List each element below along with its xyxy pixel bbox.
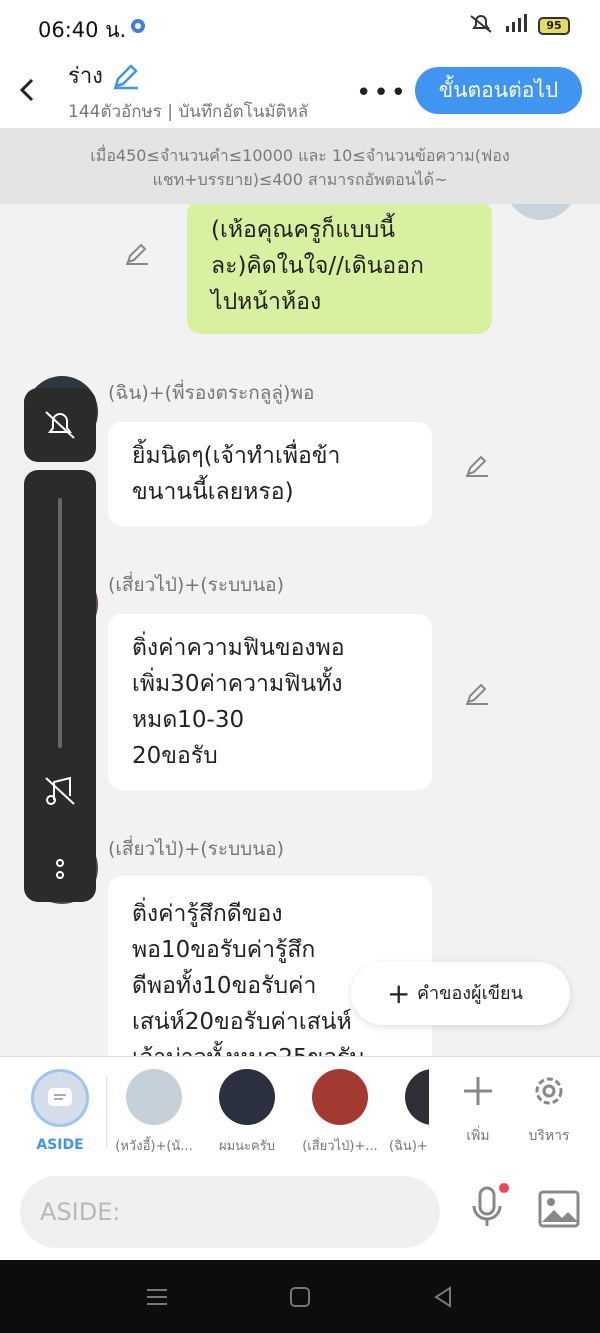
autosave-status: 144ตัวอักษร | บันทึกอัตโนมัติหลั: [68, 102, 309, 122]
manage-label: บริหาร: [528, 1128, 570, 1144]
character-name: (ฉิน)+: [389, 1139, 428, 1154]
avatar: [126, 1069, 182, 1125]
character-name: ASIDE: [36, 1137, 84, 1153]
next-step-button[interactable]: ขั้นตอนต่อไป: [415, 67, 582, 114]
message-text: ขนานนี้เลยหรอ): [132, 479, 294, 505]
message-text: ไปหน้าห้อง: [211, 289, 322, 315]
battery-icon: 95: [538, 17, 570, 35]
message-text: ละ)คิดในใจ//เดินออก: [211, 253, 424, 279]
gear-icon: [535, 1077, 563, 1105]
image-icon: [538, 1190, 580, 1228]
manage-characters-button[interactable]: บริหาร: [514, 1073, 584, 1147]
aside-avatar: [31, 1069, 89, 1127]
back-triangle-icon[interactable]: [432, 1286, 454, 1312]
character-name: (หวังอี้)+(นั...: [115, 1139, 193, 1154]
signal-icon: [504, 14, 528, 38]
menu-icon[interactable]: [146, 1286, 168, 1312]
add-label: เพิ่ม: [466, 1128, 490, 1144]
volume-slider[interactable]: [58, 498, 62, 748]
edit-pencil-icon[interactable]: [124, 240, 150, 266]
message-bubble[interactable]: ติ่งค่าความฟินของพอ เพิ่ม30ค่าความฟินทั้…: [108, 614, 432, 790]
system-navigation-bar: [0, 1260, 600, 1333]
chevron-left-icon: [19, 78, 34, 102]
character-bar: ASIDE (หวังอี้)+(นั... ผมนะครับ (เสี่ยวไ…: [0, 1056, 600, 1164]
character-item[interactable]: (หวังอี้)+(นั...: [110, 1069, 198, 1156]
character-item[interactable]: ผมนะครับ: [203, 1069, 291, 1156]
message-text: 20ขอรับ: [132, 743, 218, 769]
avatar: [219, 1069, 275, 1125]
volume-slider-panel[interactable]: [24, 470, 96, 902]
microphone-icon: [472, 1183, 509, 1226]
speaker-name: (เสี่ยวไป่)+(ระบบนอ): [108, 574, 285, 596]
character-item[interactable]: (ฉิน)+: [389, 1069, 429, 1156]
character-name: (เสี่ยวไป่)+...: [302, 1139, 378, 1154]
message-bubble[interactable]: ยิ้มนิดๆ(เจ้าทำเพื่อข้า ขนานนี้เลยหรอ): [108, 422, 432, 526]
plus-icon: [464, 1077, 492, 1105]
message-bubble[interactable]: (เห้อคุณครูก็แบบนี้ ละ)คิดในใจ//เดินออก …: [187, 204, 492, 334]
speaker-name: (ฉิน)+(พี่รองตระกลูลู่)พอ: [108, 382, 315, 404]
edit-pencil-icon[interactable]: [464, 680, 490, 706]
status-icons: 95: [468, 14, 570, 38]
edit-title-pencil-icon[interactable]: [112, 62, 140, 94]
bell-off-icon: [45, 411, 75, 439]
message-text: เพิ่ม30ค่าความฟินทั้ง: [132, 671, 343, 697]
page-title: ร่าง: [68, 64, 103, 89]
avatar[interactable]: [505, 204, 577, 220]
message-input[interactable]: [20, 1176, 440, 1248]
more-vertical-icon: [56, 859, 64, 879]
home-icon[interactable]: [289, 1286, 311, 1312]
edit-pencil-icon[interactable]: [464, 452, 490, 478]
divider: [106, 1077, 107, 1147]
character-name: ผมนะครับ: [219, 1139, 275, 1154]
music-off-icon: [45, 776, 75, 805]
publish-requirement-notice: เมื่อ450≤จำนวนคำ≤10000 และ 10≤จำนวนข้อคว…: [0, 128, 600, 204]
message-text: (เห้อคุณครูก็แบบนี้: [211, 217, 395, 243]
plus-icon: +: [387, 977, 411, 1010]
message-text: หมด10-30: [132, 707, 245, 733]
add-character-button[interactable]: เพิ่ม: [443, 1073, 513, 1147]
avatar: [312, 1069, 368, 1125]
author-note-label: คำของผู้เขียน: [417, 983, 523, 1004]
status-bar: 06:40 น. 95: [0, 0, 600, 52]
message-text: เจ้าบ่าวทั้งหมด25ขอรับ: [132, 1040, 408, 1056]
speaker-name: (เสี่ยวไป่)+(ระบบนอ): [108, 838, 285, 860]
message-text: ติ่งค่ารู้สึกดีของ: [132, 901, 283, 927]
editor-header: ร่าง 144ตัวอักษร | บันทึกอัตโนมัติหลั ••…: [0, 52, 600, 128]
gear-icon: [128, 16, 148, 40]
avatar: [405, 1069, 429, 1125]
character-aside[interactable]: ASIDE: [16, 1069, 104, 1153]
insert-image-button[interactable]: [538, 1190, 580, 1232]
mute-icon: [468, 14, 494, 38]
message-text: ติ่งค่าความฟินของพอ: [132, 635, 345, 661]
author-note-button[interactable]: + คำของผู้เขียน: [351, 962, 570, 1025]
chat-bubble-icon: [48, 1088, 72, 1106]
input-bar: [0, 1164, 600, 1260]
back-button[interactable]: [14, 72, 42, 108]
message-text: พอ10ขอรับค่ารู้สึก: [132, 937, 316, 963]
message-text: ยิ้มนิดๆ(เจ้าทำเพื่อข้า: [132, 443, 341, 469]
more-options-icon[interactable]: •••: [356, 78, 408, 108]
character-item[interactable]: (เสี่ยวไป่)+...: [296, 1069, 384, 1156]
microphone-button[interactable]: [468, 1182, 510, 1236]
status-time: 06:40 น.: [38, 18, 127, 42]
mute-toggle-button[interactable]: [24, 388, 96, 462]
